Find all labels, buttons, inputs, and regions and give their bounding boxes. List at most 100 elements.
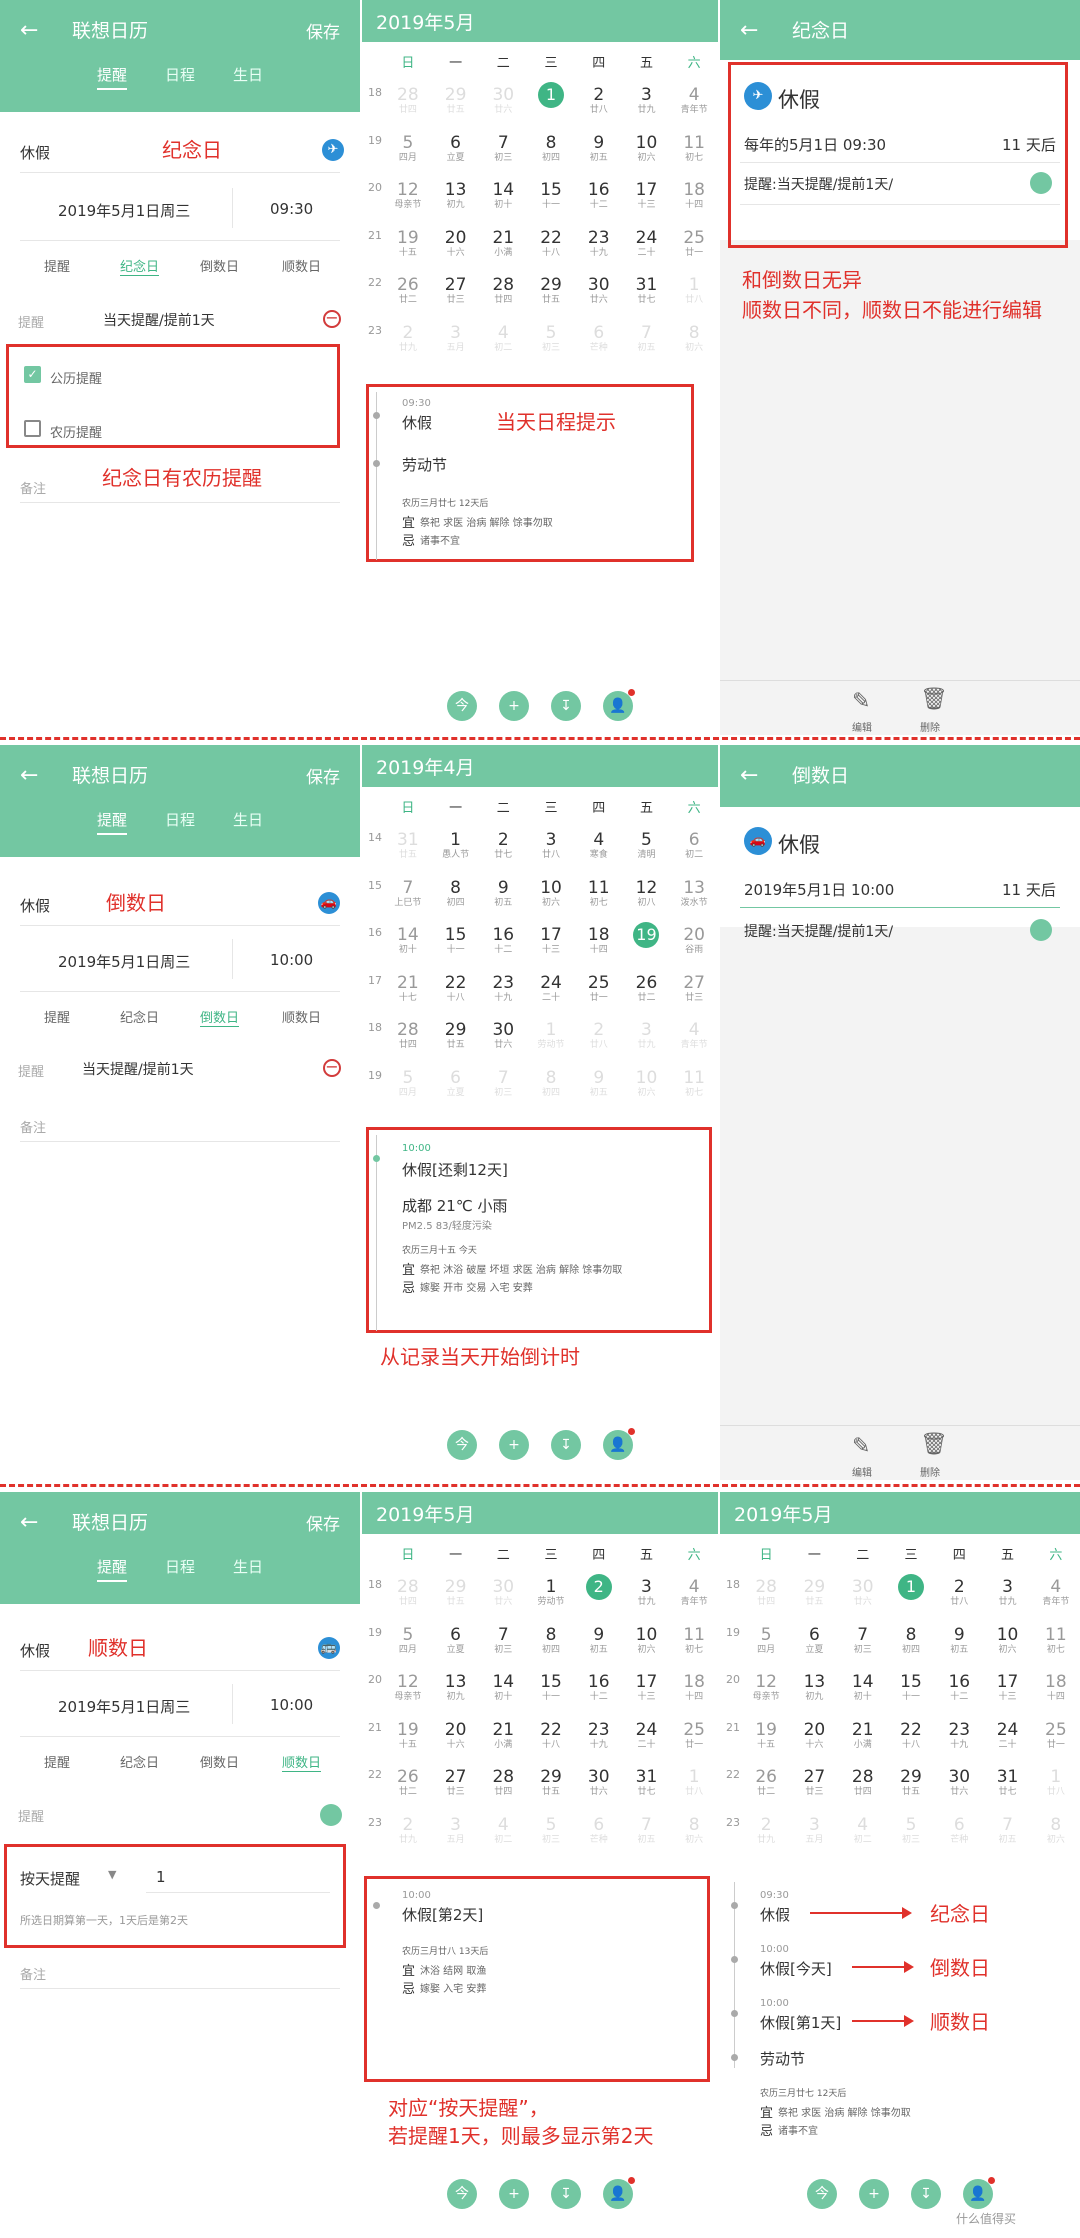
calendar-day[interactable]: 2 廿九 xyxy=(384,314,432,361)
calendar-day[interactable]: 30 廿六 xyxy=(575,266,623,313)
profile-button[interactable]: 👤 xyxy=(963,2177,995,2209)
type-countdown[interactable]: 倒数日 xyxy=(200,1752,239,1771)
calendar-day[interactable]: 26 廿二 xyxy=(742,1758,790,1805)
calendar-day[interactable]: 7 初三 xyxy=(479,1616,527,1663)
calendar-day[interactable]: 3 五月 xyxy=(790,1806,838,1853)
type-countdown[interactable]: 倒数日 xyxy=(200,1007,240,1027)
save-button[interactable]: 保存 xyxy=(306,18,340,43)
calendar-day[interactable]: 13 泼水节 xyxy=(670,869,718,916)
calendar-day[interactable]: 25 廿一 xyxy=(670,1711,718,1758)
calendar-day[interactable]: 27 廿三 xyxy=(670,964,718,1011)
calendar-day[interactable]: 19 十五 xyxy=(384,219,432,266)
calendar-day[interactable]: 9 初五 xyxy=(935,1616,983,1663)
calendar-day[interactable]: 29 廿五 xyxy=(527,1758,575,1805)
calendar-day[interactable]: 6 立夏 xyxy=(432,1059,480,1106)
calendar-day[interactable]: 16 十二 xyxy=(575,171,623,218)
calendar-day[interactable]: 4 青年节 xyxy=(1032,1568,1080,1615)
calendar-day[interactable]: 1 xyxy=(887,1568,935,1615)
type-remind[interactable]: 提醒 xyxy=(44,1752,70,1771)
subscribe-button[interactable]: ↧ xyxy=(551,1430,581,1460)
calendar-day[interactable]: 20 十六 xyxy=(432,219,480,266)
back-arrow-icon[interactable]: ← xyxy=(20,1510,38,1535)
calendar-day[interactable]: 25 廿一 xyxy=(670,219,718,266)
trash-icon[interactable]: 🗑 xyxy=(920,687,948,712)
calendar-day[interactable]: 4 青年节 xyxy=(670,76,718,123)
calendar-day[interactable]: 3 廿九 xyxy=(623,1568,671,1615)
calendar-day[interactable]: 2 廿九 xyxy=(742,1806,790,1853)
calendar-day[interactable]: 16 十二 xyxy=(479,916,527,963)
today-button[interactable]: 今 xyxy=(447,691,477,721)
calendar-day[interactable]: 17 十三 xyxy=(623,1663,671,1710)
calendar-day[interactable]: 8 初六 xyxy=(1032,1806,1080,1853)
event-title[interactable]: 休假[今天] xyxy=(760,1958,832,1979)
event-title[interactable]: 休假 xyxy=(760,1904,790,1925)
calendar-day[interactable]: 29 廿五 xyxy=(432,76,480,123)
type-anniversary[interactable]: 纪念日 xyxy=(120,1007,159,1026)
note-field[interactable]: 备注 xyxy=(20,478,46,497)
tab-schedule[interactable]: 日程 xyxy=(165,809,195,835)
calendar-day[interactable]: 4 青年节 xyxy=(670,1011,718,1058)
calendar-day[interactable]: 2 廿八 xyxy=(575,76,623,123)
lunar-remind-checkbox[interactable] xyxy=(24,420,41,437)
calendar-day[interactable]: 5 四月 xyxy=(384,1616,432,1663)
calendar-day[interactable]: 28 廿四 xyxy=(384,1011,432,1058)
tab-remind[interactable]: 提醒 xyxy=(96,809,127,835)
calendar-day[interactable]: 16 十二 xyxy=(935,1663,983,1710)
event-title[interactable]: 休假[第2天] xyxy=(402,1904,483,1925)
back-arrow-icon[interactable]: ← xyxy=(740,18,758,43)
calendar-day[interactable]: 10 初六 xyxy=(623,1059,671,1106)
calendar-day[interactable]: 8 初六 xyxy=(670,314,718,361)
remind-toggle[interactable] xyxy=(320,1804,342,1826)
calendar-day[interactable]: 1 xyxy=(527,76,575,123)
calendar-day[interactable]: 5 清明 xyxy=(623,821,671,868)
calendar-day[interactable]: 4 初二 xyxy=(479,1806,527,1853)
add-button[interactable]: + xyxy=(499,1430,529,1460)
calendar-day[interactable]: 18 十四 xyxy=(1032,1663,1080,1710)
calendar-day[interactable]: 30 廿六 xyxy=(839,1568,887,1615)
subscribe-button[interactable]: ↧ xyxy=(551,691,581,721)
subscribe-button[interactable]: ↧ xyxy=(551,2179,581,2209)
type-countup[interactable]: 顺数日 xyxy=(282,1007,321,1026)
trash-icon[interactable]: 🗑 xyxy=(920,1432,948,1457)
calendar-day[interactable]: 19 xyxy=(623,916,671,963)
calendar-day[interactable]: 1 廿八 xyxy=(670,1758,718,1805)
calendar-day[interactable]: 11 初七 xyxy=(670,1616,718,1663)
holiday-title[interactable]: 劳动节 xyxy=(760,2048,805,2069)
calendar-day[interactable]: 30 廿六 xyxy=(479,1011,527,1058)
calendar-day[interactable]: 6 芒种 xyxy=(575,314,623,361)
event-title[interactable]: 休假 xyxy=(402,412,432,433)
calendar-day[interactable]: 17 十三 xyxy=(527,916,575,963)
calendar-day[interactable]: 30 廿六 xyxy=(479,1568,527,1615)
calendar-day[interactable]: 2 廿八 xyxy=(935,1568,983,1615)
calendar-day[interactable]: 8 初四 xyxy=(527,1616,575,1663)
calendar-day[interactable]: 7 初三 xyxy=(839,1616,887,1663)
calendar-day[interactable]: 1 劳动节 xyxy=(527,1568,575,1615)
calendar-day[interactable]: 24 二十 xyxy=(623,219,671,266)
calendar-day[interactable]: 22 十八 xyxy=(527,1711,575,1758)
back-arrow-icon[interactable]: ← xyxy=(20,18,38,43)
event-name-field[interactable]: 休假 xyxy=(20,895,50,916)
calendar-day[interactable]: 8 初四 xyxy=(887,1616,935,1663)
type-countup[interactable]: 顺数日 xyxy=(282,256,321,275)
save-button[interactable]: 保存 xyxy=(306,1510,340,1535)
calendar-day[interactable]: 16 十二 xyxy=(575,1663,623,1710)
calendar-day[interactable]: 21 小满 xyxy=(839,1711,887,1758)
calendar-day[interactable]: 6 立夏 xyxy=(790,1616,838,1663)
today-button[interactable]: 今 xyxy=(447,1430,477,1460)
calendar-day[interactable]: 4 初二 xyxy=(839,1806,887,1853)
time-picker[interactable]: 09:30 xyxy=(270,200,313,218)
calendar-day[interactable]: 14 初十 xyxy=(479,1663,527,1710)
calendar-day[interactable]: 17 十三 xyxy=(983,1663,1031,1710)
calendar-day[interactable]: 15 十一 xyxy=(527,171,575,218)
remind-value[interactable]: 当天提醒/提前1天 xyxy=(103,310,215,330)
calendar-day[interactable]: 1 廿八 xyxy=(670,266,718,313)
calendar-day[interactable]: 7 上巳节 xyxy=(384,869,432,916)
calendar-day[interactable]: 7 初五 xyxy=(623,314,671,361)
save-button[interactable]: 保存 xyxy=(306,763,340,788)
calendar-day[interactable]: 5 四月 xyxy=(384,124,432,171)
calendar-day[interactable]: 29 廿五 xyxy=(432,1568,480,1615)
type-remind[interactable]: 提醒 xyxy=(44,256,70,275)
calendar-day[interactable]: 4 初二 xyxy=(479,314,527,361)
calendar-day[interactable]: 15 十一 xyxy=(432,916,480,963)
car-icon[interactable]: 🚗 xyxy=(318,892,340,914)
